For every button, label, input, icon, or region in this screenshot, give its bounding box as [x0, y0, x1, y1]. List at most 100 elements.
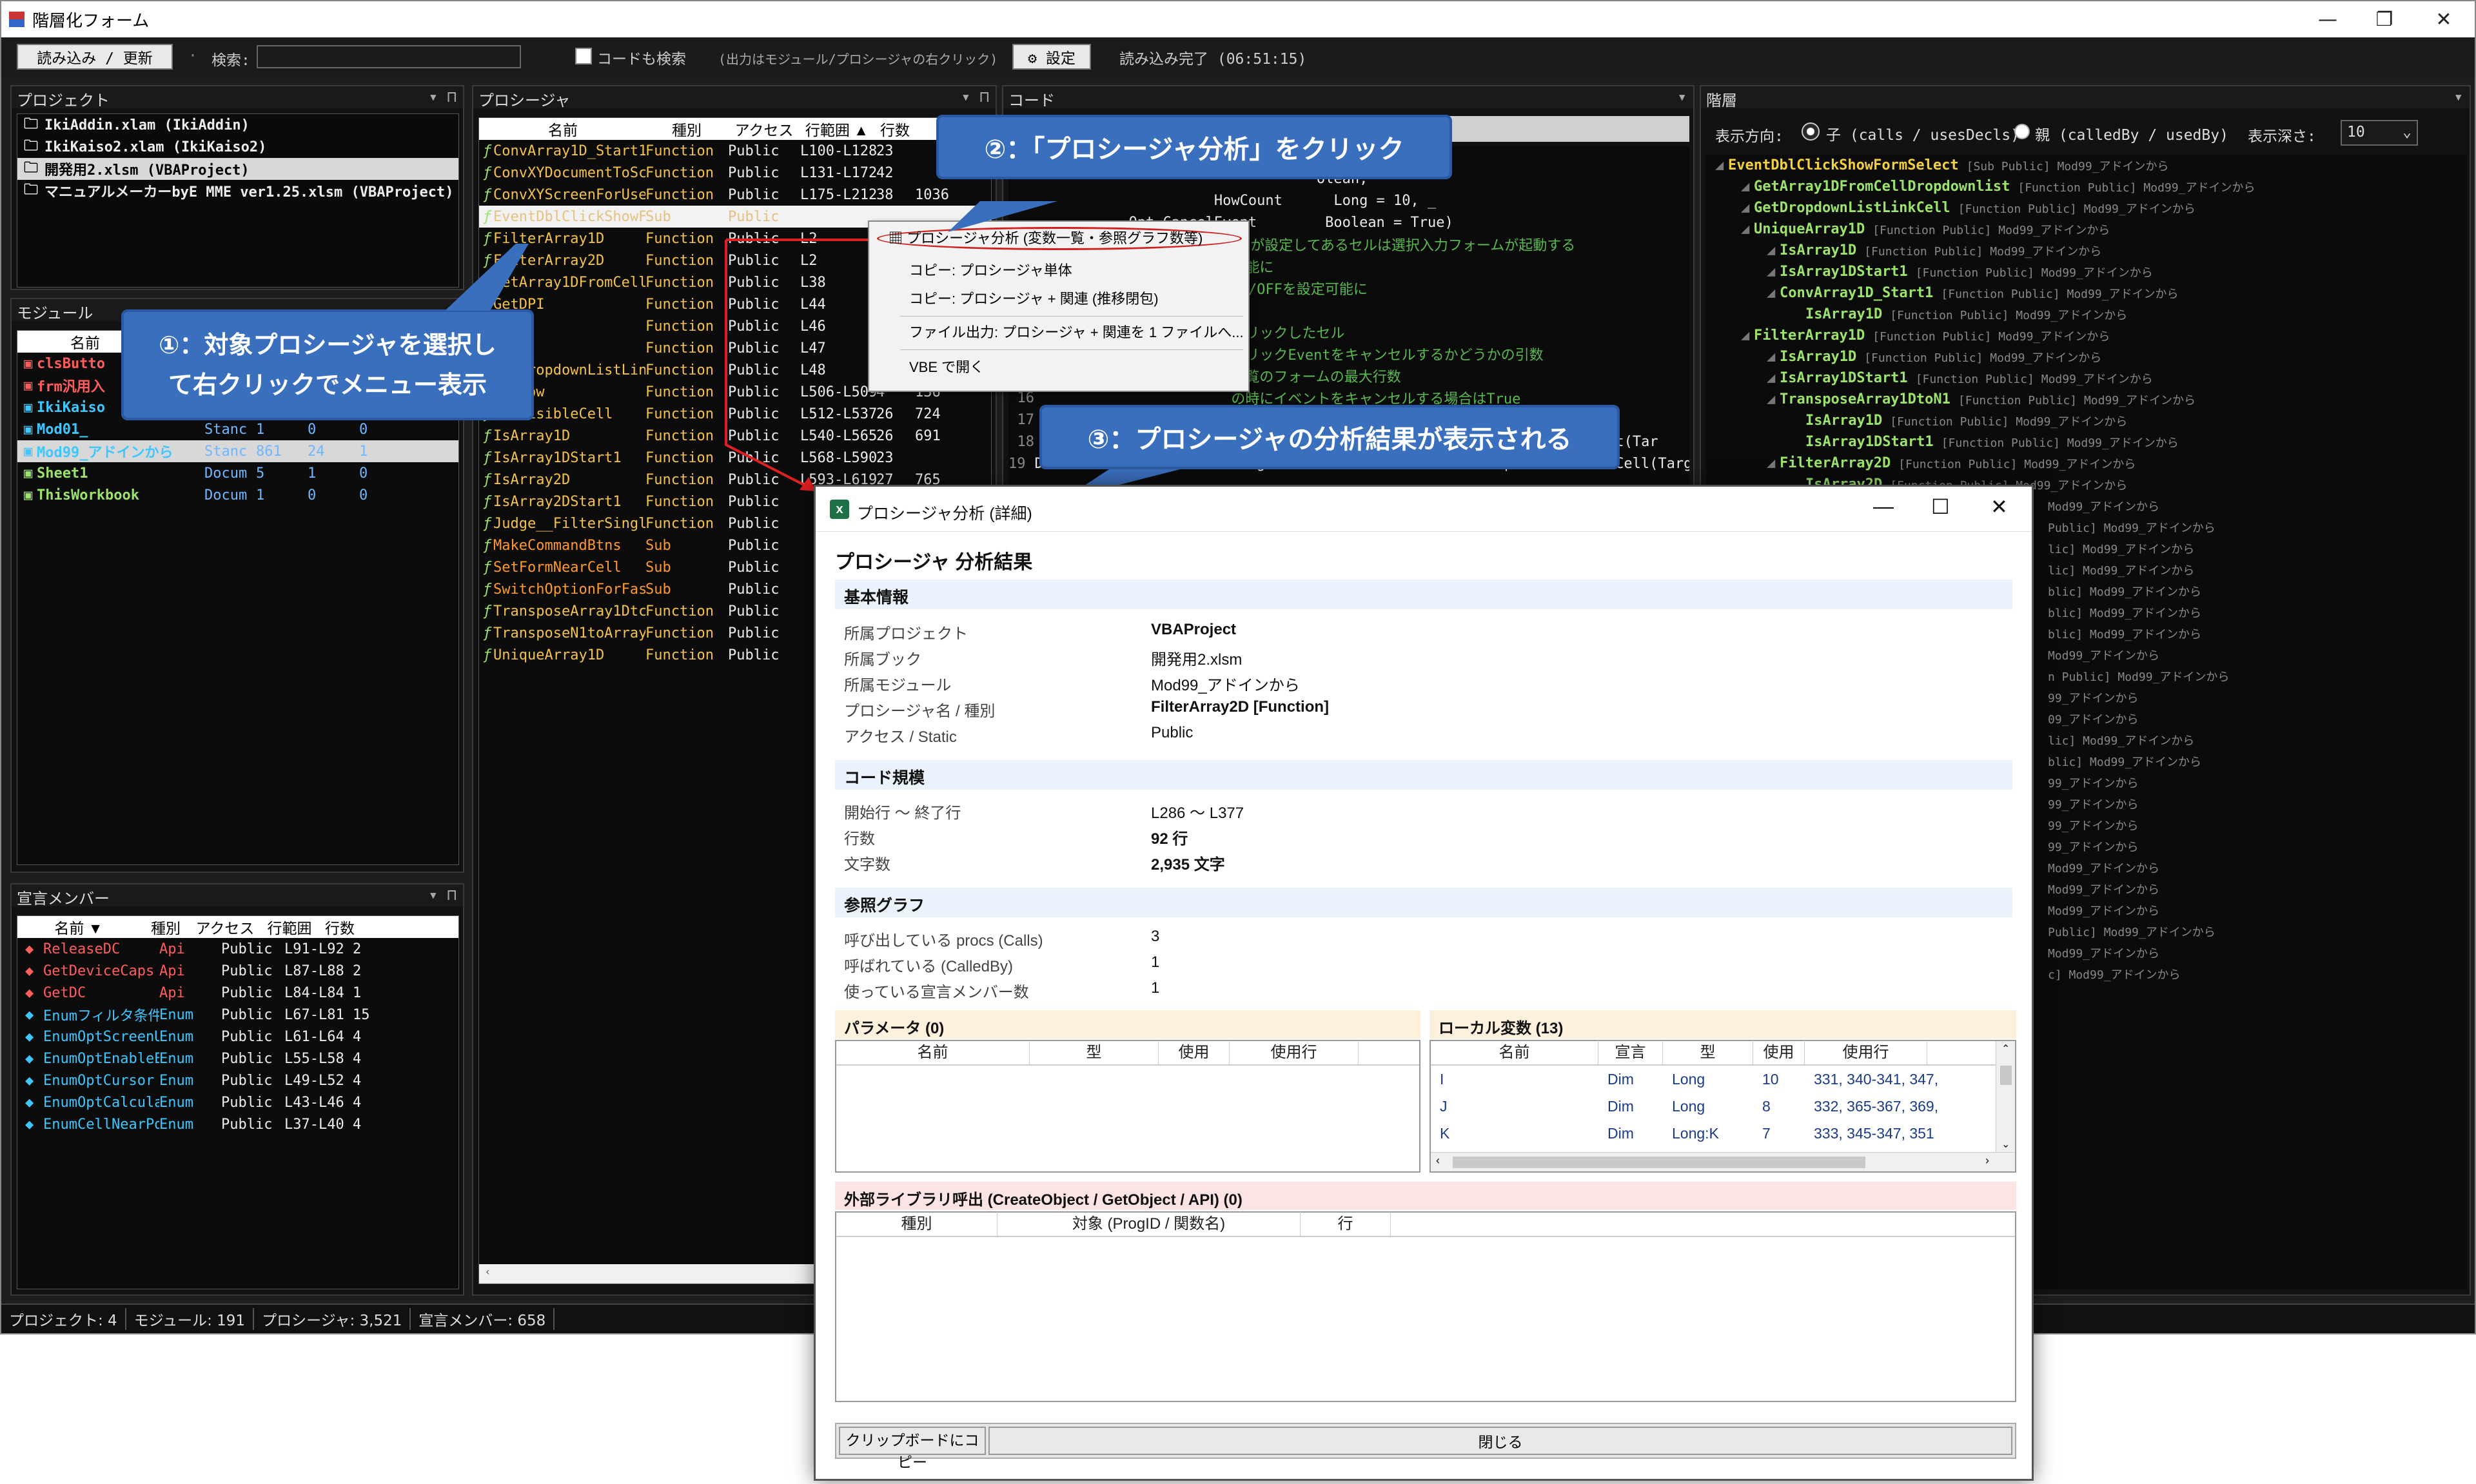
locals-grid[interactable]: 名前 宣言型使用 使用行 I Dim Long 10 331, 340-341, 347, J…	[1430, 1040, 2016, 1173]
grid-col-header[interactable]: 行	[1301, 1212, 1391, 1236]
procedure-row[interactable]: ƒ IsArray1DStart1 Function Public L568-L590 2…	[479, 447, 991, 469]
grid-col-header[interactable]: 名前	[836, 1040, 1030, 1065]
col-header[interactable]: 名前 ▼	[17, 916, 140, 938]
col-header[interactable]: 行数	[872, 118, 918, 140]
dialog-close-icon[interactable]: ✕	[1990, 494, 2008, 519]
col-header[interactable]: 種別	[140, 916, 192, 938]
depth-select[interactable]: 10 ⌄	[2341, 120, 2418, 146]
params-grid[interactable]: 名前型使用 使用行	[835, 1040, 1420, 1173]
decl-row[interactable]: ◆ GetDeviceCaps Api Public L87-L88 2	[17, 960, 458, 982]
tree-node[interactable]: ◢ FilterArray1D [Function Public] Mod99_アド…	[1706, 325, 2467, 346]
tree-node[interactable]: IsArray1D [Function Public] Mod99_アドインから	[1706, 410, 2467, 431]
locals-vscrollbar[interactable]: ⌃ ⌄	[1996, 1041, 2015, 1152]
local-var-row[interactable]: J Dim Long 8 332, 365-367, 369,	[1431, 1093, 2015, 1120]
locals-hscrollbar[interactable]: ‹ ›	[1431, 1152, 2015, 1171]
grid-col-header[interactable]: 使用	[1159, 1040, 1230, 1065]
project-item[interactable]: 🗀 IkiKaiso2.xlam (IkiKaiso2)	[17, 136, 458, 158]
reload-button[interactable]: 読み込み / 更新	[17, 44, 173, 70]
tree-node[interactable]: ◢ GetArray1DFromCellDropdownlist [Function…	[1706, 176, 2467, 197]
decl-row[interactable]: ◆ GetDC Api Public L84-L84 1	[17, 982, 458, 1004]
module-row[interactable]: ▣ Mod01_ Stanc 1 0 0	[17, 418, 458, 440]
decl-row[interactable]: ◆ EnumOptScreenUpdatEnum Public L61-L64 4	[17, 1026, 458, 1048]
chevron-right-icon[interactable]: ›	[1985, 1154, 1989, 1167]
copy-clipboard-button[interactable]: クリップボードにコピー	[839, 1427, 986, 1470]
tree-node[interactable]: ◢ EventDblClickShowFormSelect [Sub Public]…	[1706, 155, 2467, 176]
grid-col-header[interactable]: 型	[1663, 1040, 1753, 1065]
pin-icon[interactable]: ▾	[2454, 88, 2463, 106]
parent-radio[interactable]	[2014, 124, 2030, 139]
procedure-row[interactable]: ƒ ConvXYDocumentToSc Function Public L131-L1…	[479, 162, 991, 184]
col-header[interactable]: アクセス	[192, 916, 259, 938]
child-radio[interactable]	[1802, 122, 1820, 141]
maximize-button[interactable]: ❐	[2353, 1, 2415, 37]
tree-node[interactable]: ◢ GetDropdownListLinkCell [Function Public…	[1706, 197, 2467, 219]
col-header[interactable]: 行範囲 ▲	[801, 118, 872, 140]
procedure-row[interactable]: ƒ ConvArray1D_Start1 Function Public L100-L1…	[479, 140, 991, 162]
grid-col-header[interactable]: 使用行	[1805, 1040, 1927, 1065]
dialog-maximize-button[interactable]: ☐	[1931, 494, 1950, 519]
minimize-button[interactable]: —	[2297, 1, 2359, 37]
search-input[interactable]	[257, 45, 521, 68]
chevron-left-icon[interactable]: ‹	[1436, 1154, 1440, 1167]
scroll-thumb[interactable]	[2000, 1066, 2012, 1085]
grid-col-header[interactable]: 使用行	[1230, 1040, 1359, 1065]
grid-col-header[interactable]: 型	[1030, 1040, 1159, 1065]
project-item[interactable]: 🗀 開発用2.xlsm (VBAProject)	[17, 158, 458, 180]
chevron-up-icon[interactable]: ⌃	[2001, 1042, 2010, 1055]
col-header[interactable]: アクセス	[727, 118, 801, 140]
grid-col-header[interactable]: 種別	[836, 1212, 997, 1236]
tree-node[interactable]: ◢ IsArray1D [Function Public] Mod99_アドインから	[1706, 346, 2467, 367]
tree-node[interactable]: ◢ IsArray1DStart1 [Function Public] Mod99_…	[1706, 367, 2467, 389]
grid-col-header[interactable]: 使用	[1753, 1040, 1805, 1065]
tree-node[interactable]: ◢ IsArray1D [Function Public] Mod99_アドインから	[1706, 240, 2467, 261]
decl-row[interactable]: ◆ Enumフィルタ条件 Enum Public L67-L81 15	[17, 1004, 458, 1026]
menu-item-export[interactable]: ファイル出力: プロシージャ + 関連を 1 ファイルへ...	[909, 321, 1244, 344]
project-item[interactable]: 🗀 IkiAddin.xlam (IkiAddin)	[17, 114, 458, 136]
col-header[interactable]: 種別	[647, 118, 727, 140]
menu-item-analyze[interactable]: ▦ プロシージャ分析 (変数一覧・参照グラフ数等)	[889, 227, 1203, 250]
tree-node[interactable]: IsArray1D [Function Public] Mod99_アドインから	[1706, 304, 2467, 325]
col-header[interactable]: 名前	[479, 118, 647, 140]
pin-icon[interactable]: ▾ ⊓	[429, 886, 457, 904]
local-var-row[interactable]: K Dim Long:K 7 333, 345-347, 351	[1431, 1120, 2015, 1147]
procedure-row[interactable]: ƒGetVisibleCellFunctionPublicL512-L53726…	[479, 403, 991, 425]
tree-node[interactable]: ◢ TransposeArray1DtoN1 [Function Public] M…	[1706, 389, 2467, 410]
chevron-down-icon[interactable]: ⌄	[2001, 1138, 2010, 1151]
tree-node[interactable]: ◢ UniqueArray1D [Function Public] Mod99_アド…	[1706, 219, 2467, 240]
tree-node[interactable]: ◢ IsArray1DStart1 [Function Public] Mod99_…	[1706, 261, 2467, 282]
decl-row[interactable]: ◆ EnumOptCursor Enum Public L49-L52 4	[17, 1069, 458, 1091]
menu-item-copy-related[interactable]: コピー: プロシージャ + 関連 (推移閉包)	[909, 288, 1159, 311]
col-header[interactable]: 行範囲	[259, 916, 320, 938]
dialog-minimize-button[interactable]: —	[1873, 494, 1894, 518]
decl-row[interactable]: ◆ EnumCellNearPositiEnum Public L37-L40 4	[17, 1113, 458, 1135]
pin-icon[interactable]: ▾	[1678, 88, 1687, 106]
code-search-checkbox[interactable]	[575, 48, 592, 64]
pin-icon[interactable]: ▾ ⊓	[961, 88, 989, 106]
pin-icon[interactable]: ▾ ⊓	[429, 88, 457, 106]
chevron-left-icon[interactable]: ‹	[486, 1265, 489, 1278]
tree-node[interactable]: ◢ FilterArray2D [Function Public] Mod99_アド…	[1706, 453, 2467, 474]
scroll-thumb[interactable]	[1453, 1157, 1865, 1168]
decl-row[interactable]: ◆ EnumOptCalculationEnum Public L43-L46 4	[17, 1091, 458, 1113]
tree-node[interactable]: IsArray1DStart1 [Function Public] Mod99_ア…	[1706, 431, 2467, 453]
procedure-row[interactable]: ƒ ConvXYScreenForUse Function Public L175-L2…	[479, 184, 991, 206]
procedure-row[interactable]: ƒ IsArray1D Function Public L540-L565 26 691	[479, 425, 991, 447]
grid-col-header[interactable]: 宣言	[1598, 1040, 1663, 1065]
local-var-row[interactable]: I Dim Long 10 331, 340-341, 347,	[1431, 1066, 2015, 1093]
decl-row[interactable]: ◆ ReleaseDC Api Public L91-L92 2	[17, 938, 458, 960]
module-row[interactable]: ▣ Mod99_アドインから Stanc 861 24 1	[17, 440, 458, 462]
grid-col-header[interactable]: 名前	[1431, 1040, 1598, 1065]
settings-button[interactable]: ⚙ 設定	[1012, 44, 1091, 70]
ext-grid[interactable]: 種別 対象 (ProgID / 関数名) 行	[835, 1211, 2016, 1402]
col-header[interactable]: 行数	[320, 916, 359, 938]
tree-node[interactable]: ◢ ConvArray1D_Start1 [Function Public] Mod…	[1706, 282, 2467, 304]
decl-row[interactable]: ◆ EnumOptEnableEventEnum Public L55-L58 4	[17, 1048, 458, 1069]
menu-item-copy-single[interactable]: コピー: プロシージャ単体	[909, 259, 1072, 282]
grid-col-header[interactable]: 対象 (ProgID / 関数名)	[997, 1212, 1301, 1236]
module-row[interactable]: ▣ Sheet1 Docum 5 1 0	[17, 462, 458, 484]
project-item[interactable]: 🗀 マニュアルメーカーbyE MME ver1.25.xlsm (VBAProje…	[17, 180, 458, 202]
close-button[interactable]: 閉じる	[988, 1427, 2012, 1455]
module-row[interactable]: ▣ ThisWorkbook Docum 1 0 0	[17, 484, 458, 506]
close-window-button[interactable]: ✕	[2413, 1, 2475, 37]
menu-item-open-vbe[interactable]: VBE で開く	[909, 356, 984, 379]
